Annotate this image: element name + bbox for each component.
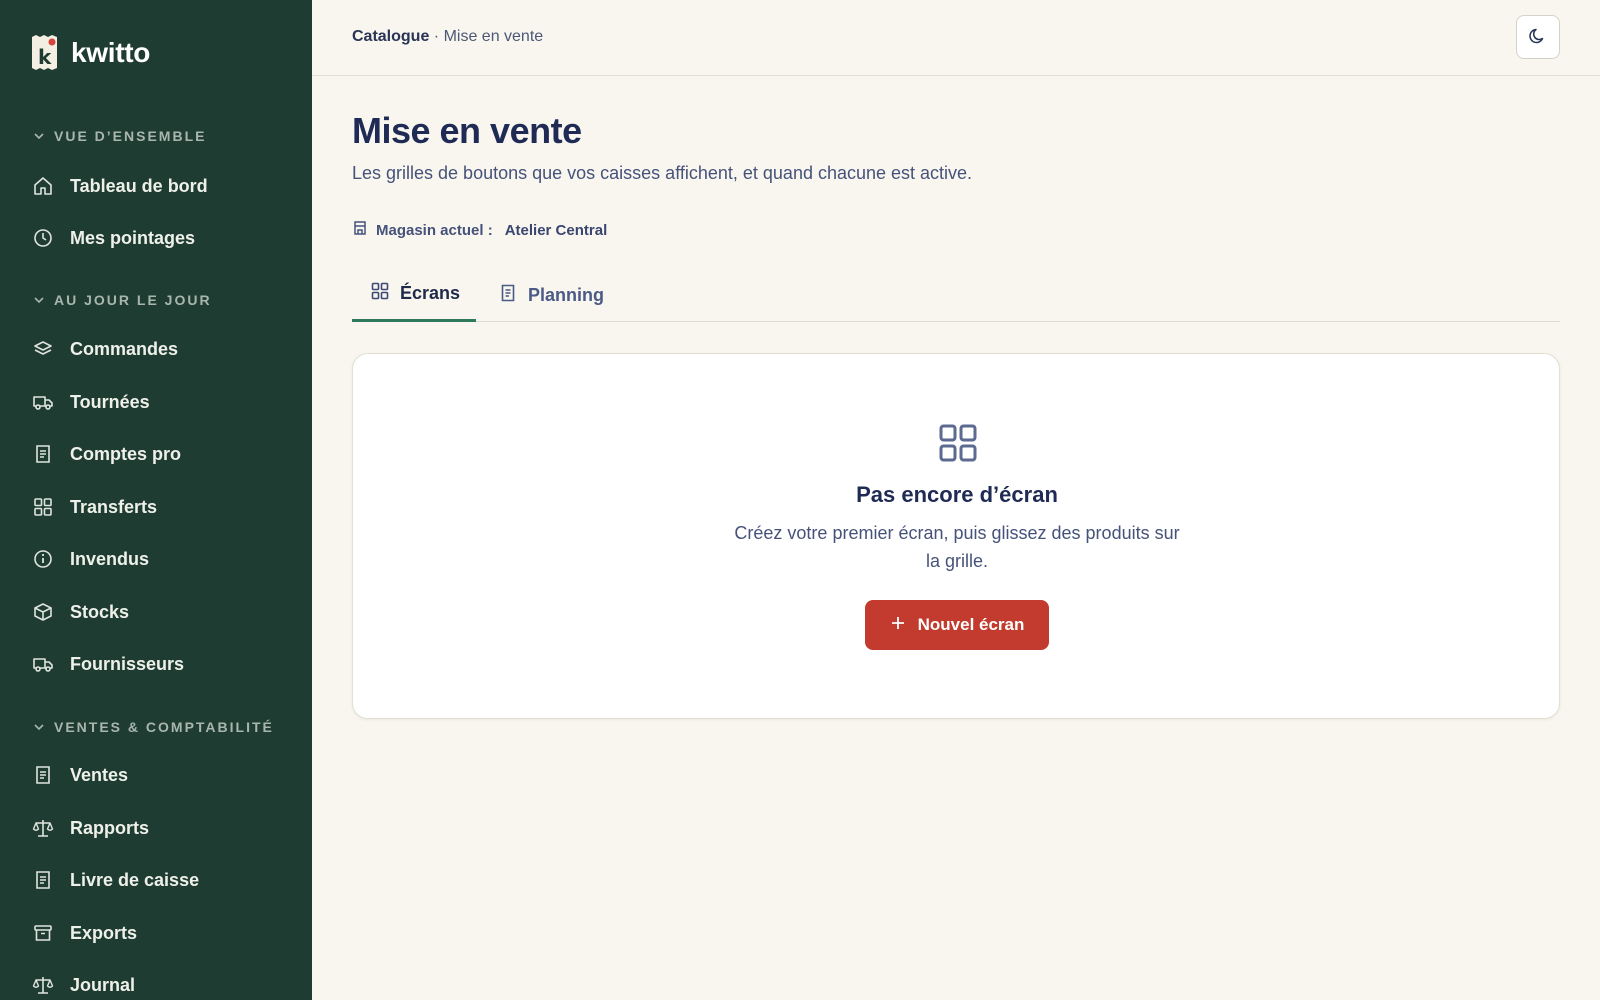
truck-icon <box>32 391 54 413</box>
grid-icon <box>939 424 977 462</box>
tab-planning[interactable]: Planning <box>498 268 604 322</box>
archive-icon <box>32 922 54 944</box>
sidebar-item-ventes[interactable]: Ventes <box>32 757 128 793</box>
section-label: VUE D’ENSEMBLE <box>54 128 207 144</box>
sidebar-item-exports[interactable]: Exports <box>32 915 137 951</box>
receipt-icon <box>32 869 54 891</box>
document-icon <box>498 283 518 308</box>
plus-icon <box>890 615 906 636</box>
grid-icon <box>32 496 54 518</box>
new-screen-label: Nouvel écran <box>917 615 1025 634</box>
empty-state-description: Créez votre premier écran, puis glissez … <box>734 523 1180 571</box>
empty-state-card: Pas encore d’écran Créez votre premier é… <box>352 353 1560 719</box>
current-store: Magasin actuel : Atelier Central <box>352 220 607 240</box>
sidebar-item-label: Tournées <box>70 391 150 412</box>
sidebar-item-label: Mes pointages <box>70 227 196 248</box>
sidebar-item-label: Commandes <box>70 338 179 359</box>
receipt-icon <box>32 764 54 786</box>
new-screen-button[interactable]: Nouvel écran <box>865 600 1049 650</box>
receipt-icon <box>32 443 54 465</box>
sidebar: k kwitto VUE D’ENSEMBLE Tableau de bord … <box>0 0 312 1000</box>
logo-letter: k <box>38 45 52 69</box>
sidebar-item-mes-pointages[interactable]: Mes pointages <box>32 220 195 256</box>
breadcrumb-root[interactable]: Catalogue <box>352 28 429 45</box>
sidebar-item-tableau-de-bord[interactable]: Tableau de bord <box>32 168 208 204</box>
theme-toggle-button[interactable] <box>1516 15 1560 59</box>
sidebar-item-label: Journal <box>70 974 136 995</box>
sidebar-item-label: Fournisseurs <box>70 653 185 674</box>
section-ventes-comptabilite[interactable]: VENTES & COMPTABILITÉ <box>32 719 274 735</box>
store-value[interactable]: Atelier Central <box>505 222 608 239</box>
page-subtitle: Les grilles de boutons que vos caisses a… <box>352 163 973 183</box>
truck-icon <box>32 653 54 675</box>
chevron-down-icon <box>32 293 46 307</box>
layers-icon <box>32 338 54 360</box>
chevron-down-icon <box>32 720 46 734</box>
breadcrumb: Catalogue · Mise en vente <box>352 28 543 46</box>
brand[interactable]: k kwitto <box>30 34 150 71</box>
clock-icon <box>32 227 54 249</box>
sidebar-item-label: Exports <box>70 922 138 943</box>
section-au-jour-le-jour[interactable]: AU JOUR LE JOUR <box>32 292 212 308</box>
scale-icon <box>32 817 54 839</box>
tab-label: Planning <box>528 284 604 305</box>
tab-label: Écrans <box>400 283 461 303</box>
kwitto-logo-icon: k <box>30 34 59 71</box>
tab-ecrans[interactable]: Écrans <box>352 268 476 322</box>
top-bar: Catalogue · Mise en vente <box>312 0 1600 76</box>
sidebar-item-label: Rapports <box>70 817 150 838</box>
store-label: Magasin actuel : <box>376 221 493 239</box>
main-content: Catalogue · Mise en vente Mise en vente … <box>312 0 1600 1000</box>
empty-state-title: Pas encore d’écran <box>856 482 1058 507</box>
sidebar-item-label: Livre de caisse <box>70 869 200 890</box>
home-icon <box>32 175 54 197</box>
scale-icon <box>32 974 54 996</box>
sidebar-item-fournisseurs[interactable]: Fournisseurs <box>32 646 184 682</box>
info-icon <box>32 548 54 570</box>
sidebar-item-label: Transferts <box>70 496 158 517</box>
sidebar-item-label: Tableau de bord <box>70 175 208 196</box>
section-label: VENTES & COMPTABILITÉ <box>54 719 274 735</box>
tabs: Écrans Planning <box>352 268 1560 322</box>
sidebar-item-journal[interactable]: Journal <box>32 967 135 1000</box>
sidebar-item-livre-de-caisse[interactable]: Livre de caisse <box>32 862 199 898</box>
page-title: Mise en vente <box>352 110 582 151</box>
section-vue-ensemble[interactable]: VUE D’ENSEMBLE <box>32 128 206 144</box>
box-icon <box>32 601 54 623</box>
sidebar-item-comptes-pro[interactable]: Comptes pro <box>32 436 181 472</box>
store-icon <box>352 220 368 240</box>
sidebar-item-tournees[interactable]: Tournées <box>32 384 150 420</box>
brand-name: kwitto <box>71 36 151 68</box>
sidebar-item-label: Invendus <box>70 548 150 569</box>
grid-icon <box>370 281 390 306</box>
sidebar-item-transferts[interactable]: Transferts <box>32 489 157 525</box>
section-label: AU JOUR LE JOUR <box>54 292 212 308</box>
sidebar-item-stocks[interactable]: Stocks <box>32 594 129 630</box>
breadcrumb-current: Mise en vente <box>443 28 544 45</box>
sidebar-item-rapports[interactable]: Rapports <box>32 810 149 846</box>
sidebar-item-label: Comptes pro <box>70 443 182 464</box>
sidebar-item-invendus[interactable]: Invendus <box>32 541 149 577</box>
sidebar-item-commandes[interactable]: Commandes <box>32 331 178 367</box>
breadcrumb-separator: · <box>429 28 444 45</box>
moon-icon <box>1528 26 1548 49</box>
chevron-down-icon <box>32 129 46 143</box>
sidebar-item-label: Ventes <box>70 764 129 785</box>
sidebar-item-label: Stocks <box>70 601 130 622</box>
